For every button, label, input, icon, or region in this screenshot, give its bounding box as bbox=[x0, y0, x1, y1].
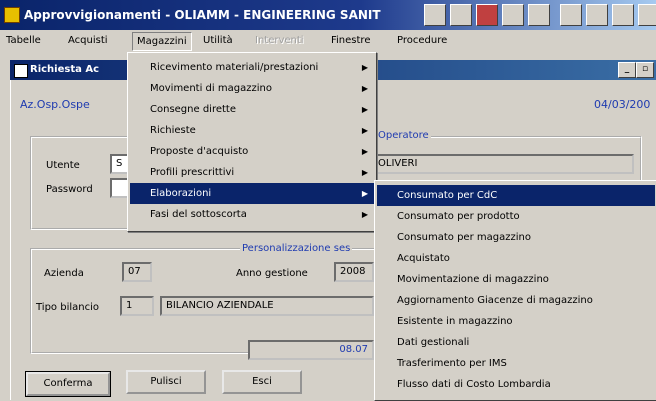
menu-item-fasi-sottoscorta[interactable]: Fasi del sottoscorta ▶ bbox=[130, 204, 374, 225]
menu-item-profili[interactable]: Profili prescrittivi ▶ bbox=[130, 162, 374, 183]
toolbar-button-8[interactable] bbox=[612, 4, 634, 26]
submenu-item-consumato-cdc[interactable]: Consumato per CdC bbox=[377, 185, 655, 206]
toolbar-button-4[interactable] bbox=[502, 4, 524, 26]
menu-item-richieste[interactable]: Richieste ▶ bbox=[130, 120, 374, 141]
date-label: 04/03/200 bbox=[594, 98, 651, 111]
toolbar-button-1[interactable] bbox=[424, 4, 446, 26]
organization-label: Az.Osp.Ospe bbox=[20, 98, 90, 111]
elaborazioni-submenu: Consumato per CdC Consumato per prodotto… bbox=[374, 180, 656, 401]
user-label: Utente bbox=[46, 160, 80, 171]
app-icon bbox=[4, 7, 20, 23]
bilancio-label: Tipo bilancio bbox=[36, 302, 99, 313]
menu-bar: Tabelle Acquisti Magazzini Utilità Inter… bbox=[0, 30, 656, 52]
toolbar-button-6[interactable] bbox=[560, 4, 582, 26]
submenu-item-flusso-dati[interactable]: Flusso dati di Costo Lombardia bbox=[377, 374, 655, 395]
user-name-field: OLIVERI bbox=[372, 154, 634, 174]
submenu-item-consumato-magazzino[interactable]: Consumato per magazzino bbox=[377, 227, 655, 248]
restore-button[interactable]: ▫ bbox=[636, 62, 654, 78]
submenu-item-movimentazione[interactable]: Movimentazione di magazzino bbox=[377, 269, 655, 290]
toolbar-button-2[interactable] bbox=[450, 4, 472, 26]
exit-button[interactable]: Esci bbox=[222, 370, 302, 394]
submenu-item-dati-gestionali[interactable]: Dati gestionali bbox=[377, 332, 655, 353]
confirm-button[interactable]: Conferma bbox=[25, 371, 111, 397]
azienda-label: Azienda bbox=[44, 268, 84, 279]
menu-acquisti[interactable]: Acquisti bbox=[68, 35, 108, 46]
menu-item-elaborazioni[interactable]: Elaborazioni ▶ bbox=[130, 183, 374, 204]
toolbar-button-9[interactable] bbox=[638, 4, 656, 26]
anno-field: 2008 bbox=[334, 262, 374, 282]
config-group-title: Personalizzazione ses bbox=[240, 243, 353, 254]
menu-item-movimenti[interactable]: Movimenti di magazzino ▶ bbox=[130, 78, 374, 99]
submenu-item-aggiornamento-giacenze[interactable]: Aggiornamento Giacenze di magazzino bbox=[377, 290, 655, 311]
window-title: Richiesta Ac bbox=[30, 64, 100, 75]
azienda-field: 07 bbox=[122, 262, 152, 282]
bilancio-code-field: 1 bbox=[120, 296, 154, 316]
menu-item-consegne[interactable]: Consegne dirette ▶ bbox=[130, 99, 374, 120]
operator-group-label: Operatore bbox=[376, 130, 431, 141]
toolbar-button-3[interactable] bbox=[476, 4, 498, 26]
menu-interventi[interactable]: Interventi bbox=[255, 35, 304, 46]
toolbar-button-7[interactable] bbox=[586, 4, 608, 26]
menu-magazzini[interactable]: Magazzini bbox=[132, 32, 192, 51]
password-label: Password bbox=[46, 184, 93, 195]
submenu-item-esistente[interactable]: Esistente in magazzino bbox=[377, 311, 655, 332]
app-title-bar: Approvvigionamenti - OLIAMM - ENGINEERIN… bbox=[0, 0, 656, 30]
clear-button[interactable]: Pulisci bbox=[126, 370, 206, 394]
menu-item-proposte[interactable]: Proposte d'acquisto ▶ bbox=[130, 141, 374, 162]
menu-tabelle[interactable]: Tabelle bbox=[6, 35, 41, 46]
window-icon bbox=[14, 64, 28, 78]
minimize-button[interactable]: _ bbox=[618, 62, 636, 78]
menu-finestre[interactable]: Finestre bbox=[331, 35, 370, 46]
app-title: Approvvigionamenti - OLIAMM - ENGINEERIN… bbox=[24, 8, 381, 22]
menu-procedure[interactable]: Procedure bbox=[397, 35, 447, 46]
toolbar-button-5[interactable] bbox=[528, 4, 550, 26]
menu-utilita[interactable]: Utilità bbox=[203, 35, 233, 46]
anno-label: Anno gestione bbox=[236, 268, 308, 279]
submenu-item-consumato-prodotto[interactable]: Consumato per prodotto bbox=[377, 206, 655, 227]
magazzini-dropdown: Ricevimento materiali/prestazioni ▶ Movim… bbox=[127, 52, 377, 232]
menu-item-ricevimento[interactable]: Ricevimento materiali/prestazioni ▶ bbox=[130, 57, 374, 78]
time-field: 08.07 bbox=[248, 340, 374, 360]
submenu-item-trasferimento-ims[interactable]: Trasferimento per IMS bbox=[377, 353, 655, 374]
bilancio-desc-field: BILANCIO AZIENDALE bbox=[160, 296, 374, 316]
submenu-item-acquistato[interactable]: Acquistato bbox=[377, 248, 655, 269]
